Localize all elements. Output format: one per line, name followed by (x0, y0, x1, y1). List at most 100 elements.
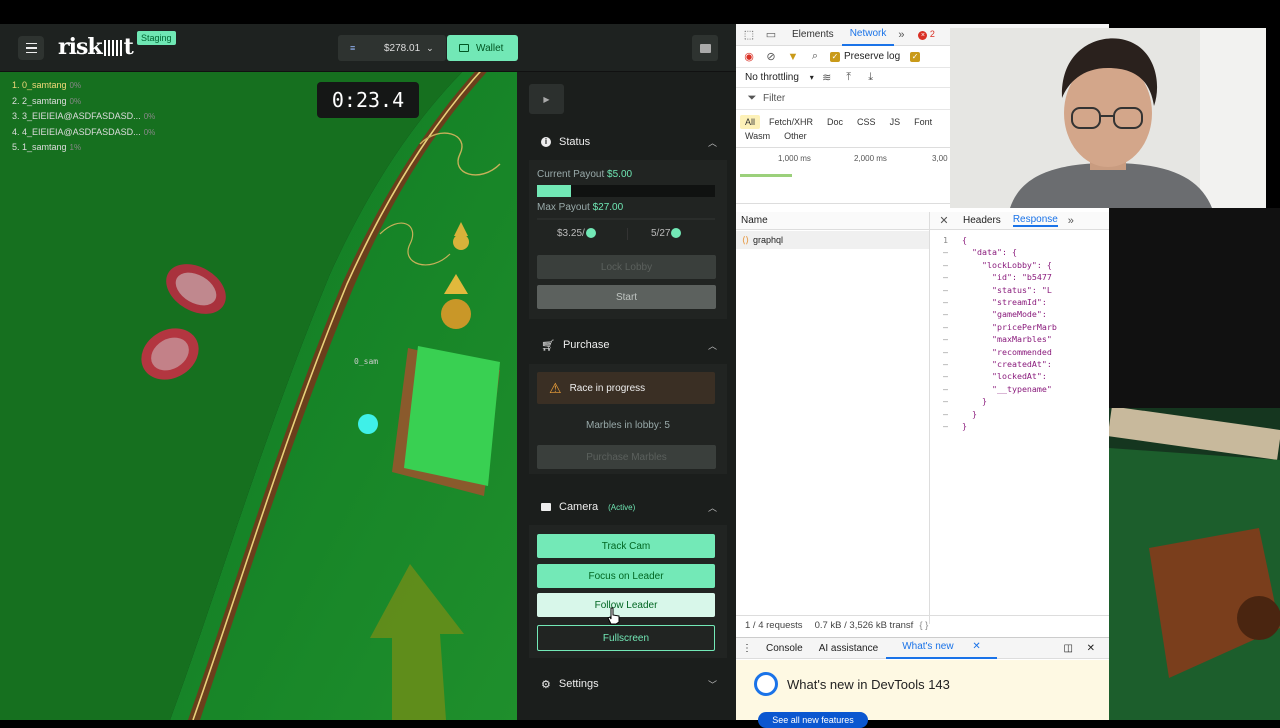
token-icon (671, 228, 682, 239)
marble-label: 0_sam (354, 357, 379, 366)
throttling-select[interactable]: No throttling ▾ (745, 72, 814, 83)
format-icon[interactable]: { } (919, 620, 928, 631)
gear-icon: ⚙ (541, 678, 551, 691)
price-per-marble: $3.25/ (557, 228, 596, 239)
leaderboard-row: 4. 4_EIEIEIA@ASDFASDASD... 0% (12, 126, 156, 137)
app-header: risk t Staging ≡ $278.01 ⌄ Wallet (0, 24, 736, 72)
filter-css[interactable]: CSS (852, 115, 881, 129)
staging-badge: Staging (137, 31, 176, 45)
dock-icon[interactable]: ◫ (1056, 643, 1081, 654)
leaderboard-row: 2. 2_samtang 0% (12, 95, 82, 106)
response-line: – "data": { (943, 247, 1017, 258)
purchase-section-header[interactable]: 🛒︎ Purchase ︿ (529, 330, 727, 360)
tab-response[interactable]: Response (1012, 214, 1058, 227)
import-har-icon[interactable]: ⤒ (842, 71, 856, 85)
chevron-down-icon: ﹀ (707, 679, 717, 690)
background-scene (1109, 208, 1280, 720)
tab-whats-new[interactable]: What's new ✕ (886, 637, 997, 659)
close-drawer-icon[interactable]: ✕ (1079, 643, 1103, 654)
settings-section-header[interactable]: ⚙ Settings ﹀ (529, 669, 727, 699)
preserve-log-checkbox[interactable]: ✓ Preserve log (830, 51, 900, 62)
track-cam-button[interactable]: Track Cam (537, 534, 715, 558)
filter-js[interactable]: JS (885, 115, 906, 129)
leaderboard-row: 3. 3_EIEIEIA@ASDFASDASD... 0% (12, 111, 156, 121)
clear-icon[interactable]: ⊘ (764, 50, 778, 64)
export-har-icon[interactable]: ⤓ (864, 71, 878, 85)
token-icon (585, 228, 596, 239)
filter-doc[interactable]: Doc (822, 115, 848, 129)
error-count[interactable]: × 2 (918, 29, 935, 40)
status-section-header[interactable]: i Status ︿ (529, 127, 727, 157)
filter-all[interactable]: All (740, 114, 761, 129)
start-button[interactable]: Start (537, 285, 716, 309)
response-body: 1{– "data": {– "lockLobby": {– "id": "b5… (934, 234, 1106, 433)
hand-cursor-icon (607, 607, 620, 625)
filter-font[interactable]: Font (909, 115, 937, 129)
close-icon[interactable]: ✕ (937, 214, 951, 228)
leaderboard-row: 5. 1_samtang 1% (12, 142, 82, 152)
network-status-bar: 1 / 4 requests 0.7 kB / 3,526 kB transf … (736, 615, 1109, 635)
drawer-menu-icon[interactable]: ⋮ (736, 643, 758, 654)
current-payout-fill (537, 185, 571, 197)
status-section: Current Payout $5.00 Max Payout $27.00 $… (529, 160, 727, 319)
request-row[interactable]: ⟨⟩ graphql (736, 231, 929, 249)
balance-dropdown[interactable]: ≡ $278.01 ⌄ (338, 35, 446, 61)
record-icon[interactable]: ◉ (742, 50, 756, 64)
follow-leader-button[interactable]: Follow Leader (537, 593, 715, 617)
token-icon: ≡ (350, 43, 356, 53)
tab-ai-assistance[interactable]: AI assistance (811, 643, 886, 654)
response-line: – "gameMode": (943, 309, 1052, 320)
response-line: – } (943, 408, 977, 419)
chevron-up-icon: ︿ (707, 137, 717, 148)
more-tabs-icon[interactable]: » (894, 28, 908, 42)
tab-headers[interactable]: Headers (963, 215, 1001, 226)
play-icon: ▶ (543, 94, 550, 104)
chevron-up-icon: ︿ (707, 502, 717, 513)
see-all-features-button[interactable]: See all new features (758, 712, 868, 728)
chat-button[interactable] (692, 35, 718, 61)
tab-network[interactable]: Network (841, 24, 895, 46)
response-line: – "streamId": (943, 297, 1052, 308)
play-button[interactable]: ▶ (529, 84, 564, 114)
tab-console[interactable]: Console (758, 643, 811, 654)
current-payout: Current Payout $5.00 (537, 169, 633, 180)
drawer-tabbar: ⋮ Console AI assistance What's new ✕ ◫ ✕ (736, 637, 1109, 659)
response-line: – "status": "L (943, 284, 1052, 295)
chevron-up-icon: ︿ (707, 340, 717, 351)
tab-elements[interactable]: Elements (784, 29, 842, 40)
requests-header: Name ✕ Headers Response » (736, 212, 1109, 230)
response-line: – } (943, 396, 987, 407)
response-line: – "lockLobby": { (943, 259, 1052, 270)
timeline-bar (740, 174, 792, 177)
fullscreen-button[interactable]: Fullscreen (537, 625, 715, 651)
filter-other[interactable]: Other (779, 129, 812, 143)
search-icon[interactable]: ⌕ (808, 50, 822, 64)
leaderboard-row: 1. 0_samtang 0% (12, 80, 82, 90)
more-tabs-icon[interactable]: » (1064, 214, 1078, 228)
inspect-icon[interactable]: ⬚ (742, 28, 756, 42)
filter-icon[interactable]: ▼ (786, 50, 800, 64)
disable-cache-checkbox[interactable]: ✓ (910, 51, 921, 62)
device-toolbar-icon[interactable]: ▭ (764, 28, 778, 42)
filter-input[interactable]: Filter (763, 93, 785, 104)
lock-lobby-button[interactable]: Lock Lobby (537, 255, 716, 279)
camera-section-header[interactable]: Camera (Active) ︿ (529, 492, 727, 522)
chrome-logo-icon (754, 672, 778, 696)
network-conditions-icon[interactable]: ≋ (820, 71, 834, 85)
app-logo[interactable]: risk t (58, 34, 134, 60)
max-payout-bar (537, 218, 715, 220)
response-line: 1{ (943, 235, 967, 245)
leaderboard: 1. 0_samtang 0% 2. 2_samtang 0% 3. 3_EIEIE… (12, 78, 155, 156)
hamburger-menu-button[interactable] (18, 36, 44, 60)
filter-wasm[interactable]: Wasm (740, 129, 775, 143)
response-line: –} (943, 421, 967, 432)
chat-icon (699, 43, 711, 53)
warning-icon: ⚠ (549, 379, 562, 396)
whats-new-panel: What's new in DevTools 143 See all new f… (736, 660, 1109, 728)
control-panel: ▶ i Status ︿ Current Payout $5.00 Max Pa… (517, 72, 736, 720)
max-payout: Max Payout $27.00 (537, 202, 624, 213)
wallet-button[interactable]: Wallet (447, 35, 518, 61)
filter-fetch-xhr[interactable]: Fetch/XHR (764, 115, 818, 129)
purchase-marbles-button[interactable]: Purchase Marbles (537, 445, 716, 469)
focus-on-leader-button[interactable]: Focus on Leader (537, 564, 715, 588)
